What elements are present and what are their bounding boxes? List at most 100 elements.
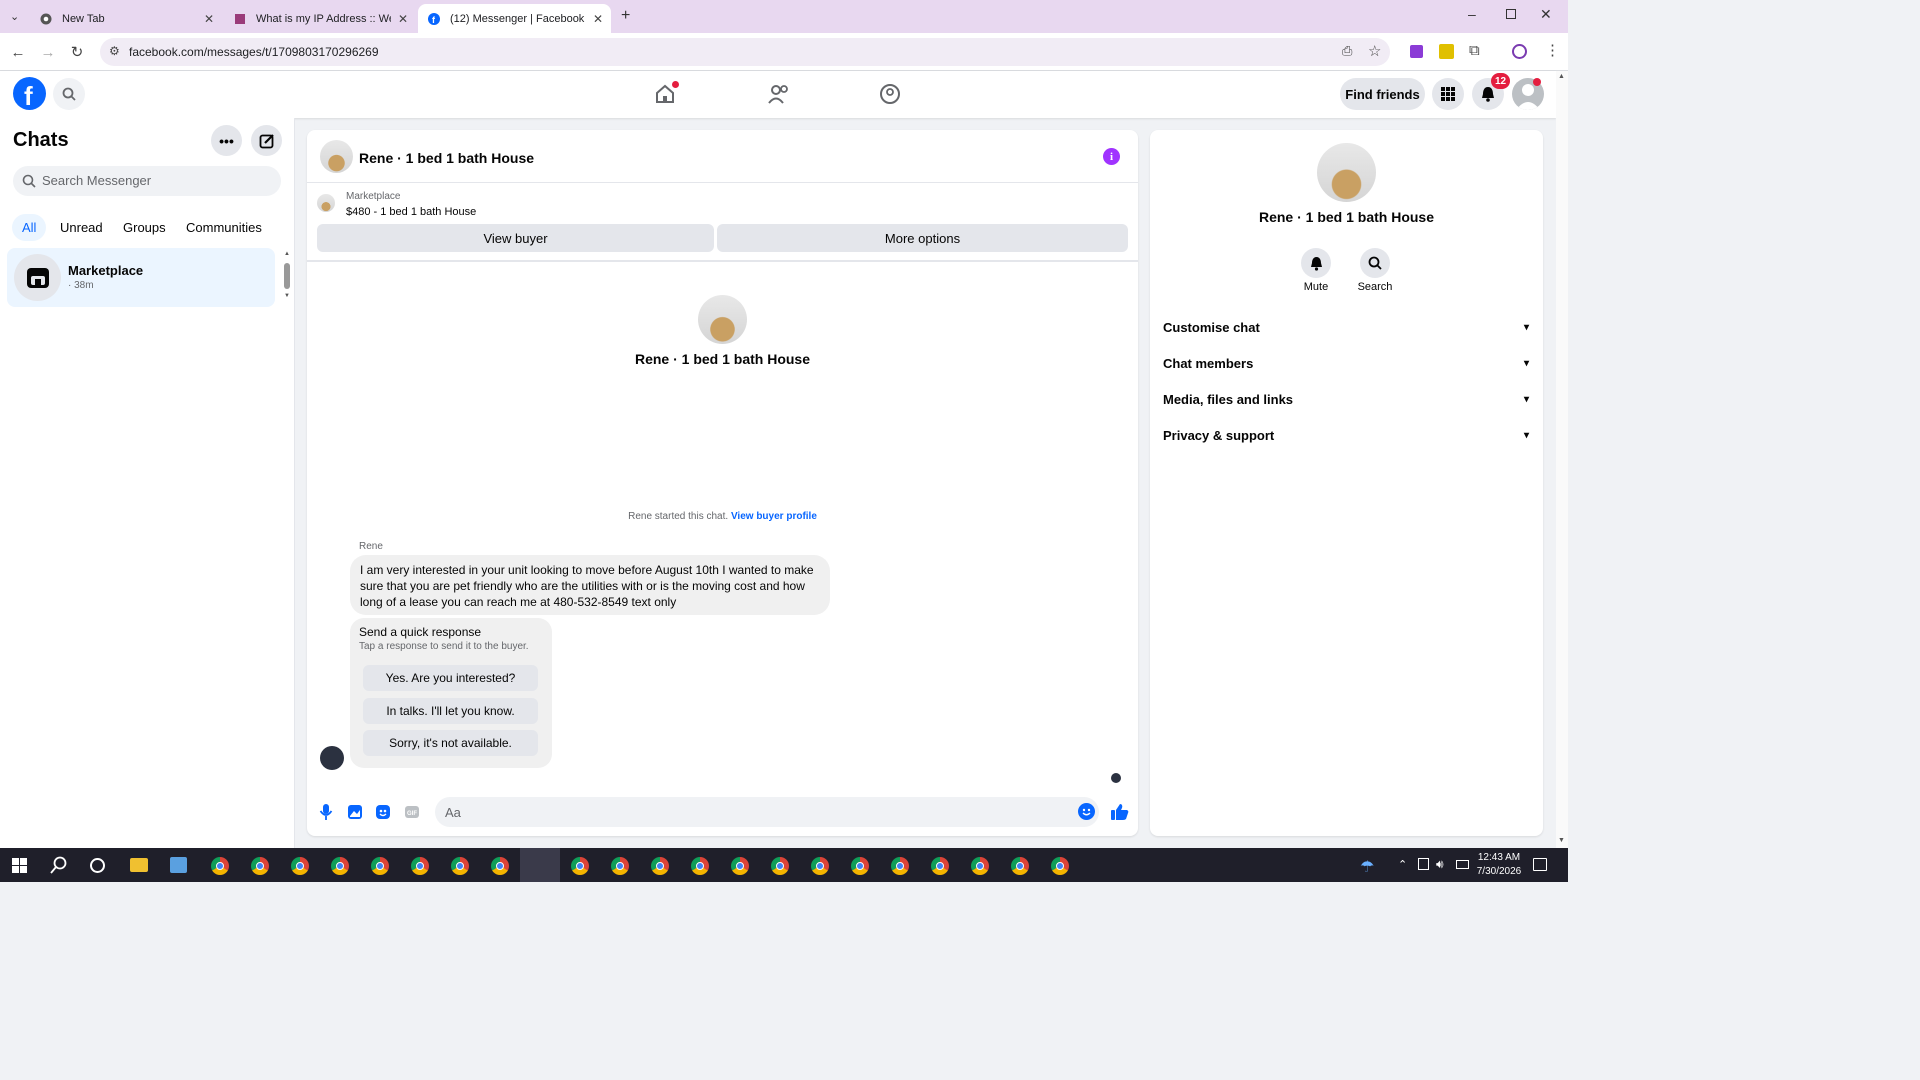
- photo-attach-icon[interactable]: [347, 804, 363, 823]
- chrome-taskbar-icon[interactable]: [771, 857, 789, 875]
- chat-list-scrollbar[interactable]: ▲ ▼: [284, 251, 290, 299]
- chrome-taskbar-icon[interactable]: [891, 857, 909, 875]
- scroll-down-icon[interactable]: ▼: [1558, 837, 1565, 844]
- close-tab-icon[interactable]: ✕: [204, 12, 214, 26]
- chrome-taskbar-icon[interactable]: [1011, 857, 1029, 875]
- chrome-taskbar-icon[interactable]: [931, 857, 949, 875]
- taskbar-search-icon[interactable]: [50, 856, 68, 877]
- volume-icon[interactable]: 🔊︎: [1436, 857, 1444, 872]
- groups-icon[interactable]: [879, 83, 901, 108]
- tray-device-icon[interactable]: [1418, 858, 1429, 870]
- extension-yellow-icon[interactable]: [1439, 44, 1454, 59]
- chrome-taskbar-icon[interactable]: [331, 857, 349, 875]
- file-explorer-icon[interactable]: [130, 858, 148, 872]
- app-icon[interactable]: [170, 857, 187, 873]
- weather-icon[interactable]: ☂: [1360, 857, 1374, 877]
- url-text[interactable]: facebook.com/messages/t/1709803170296269: [129, 45, 379, 59]
- chrome-taskbar-icon[interactable]: [411, 857, 429, 875]
- clock-date[interactable]: 7/30/2026: [1472, 866, 1526, 877]
- scroll-down-icon[interactable]: ▼: [284, 293, 290, 299]
- clock-time[interactable]: 12:43 AM: [1472, 852, 1526, 863]
- scroll-up-icon[interactable]: ▲: [1558, 73, 1565, 80]
- task-view-icon[interactable]: [90, 858, 105, 873]
- details-avatar[interactable]: [1317, 143, 1376, 202]
- find-friends-button[interactable]: Find friends: [1340, 78, 1425, 110]
- facebook-logo-icon[interactable]: f: [13, 77, 46, 111]
- notification-center-icon[interactable]: [1533, 858, 1547, 871]
- quick-response-in-talks[interactable]: In talks. I'll let you know.: [363, 698, 538, 724]
- minimize-icon[interactable]: –: [1468, 6, 1476, 22]
- gif-icon[interactable]: GIF: [404, 804, 420, 823]
- chrome-taskbar-icon[interactable]: [851, 857, 869, 875]
- browser-menu-icon[interactable]: ⋮: [1545, 41, 1560, 59]
- search-messenger-field[interactable]: Search Messenger: [13, 166, 281, 196]
- chrome-taskbar-icon[interactable]: [491, 857, 509, 875]
- chrome-taskbar-icon[interactable]: [731, 857, 749, 875]
- mute-bell-icon[interactable]: [1301, 248, 1331, 278]
- conversation-title[interactable]: Rene · 1 bed 1 bath House: [359, 150, 534, 166]
- bookmark-star-icon[interactable]: ☆: [1368, 42, 1381, 60]
- search-icon[interactable]: [53, 78, 85, 110]
- chrome-taskbar-icon[interactable]: [691, 857, 709, 875]
- filter-all[interactable]: All: [12, 214, 47, 241]
- thumbs-up-icon[interactable]: [1110, 802, 1130, 825]
- microphone-icon[interactable]: [319, 803, 333, 824]
- chrome-taskbar-icon[interactable]: [611, 857, 629, 875]
- chrome-taskbar-icon[interactable]: [811, 857, 829, 875]
- reload-icon[interactable]: ↻: [67, 42, 87, 62]
- filter-communities[interactable]: Communities: [186, 220, 262, 235]
- chrome-taskbar-icon[interactable]: [251, 857, 269, 875]
- new-message-icon[interactable]: [251, 125, 282, 156]
- scroll-up-icon[interactable]: ▲: [284, 251, 290, 257]
- emoji-icon[interactable]: [1078, 803, 1095, 820]
- home-icon[interactable]: [654, 81, 679, 108]
- filter-groups[interactable]: Groups: [123, 220, 166, 235]
- message-input[interactable]: Aa: [435, 797, 1099, 827]
- quick-response-not-available[interactable]: Sorry, it's not available.: [363, 730, 538, 756]
- friends-icon[interactable]: [767, 83, 791, 108]
- page-scrollbar[interactable]: ▲ ▼: [1556, 71, 1568, 848]
- more-options-icon[interactable]: •••: [211, 125, 242, 156]
- sender-avatar[interactable]: [320, 746, 344, 770]
- chrome-taskbar-icon[interactable]: [211, 857, 229, 875]
- search-icon[interactable]: [1360, 248, 1390, 278]
- network-icon[interactable]: [1456, 860, 1469, 869]
- address-bar[interactable]: ⚙ facebook.com/messages/t/17098031702962…: [100, 38, 1390, 66]
- restore-icon[interactable]: [1506, 9, 1516, 19]
- close-tab-icon[interactable]: ✕: [398, 12, 408, 26]
- customise-chat-section[interactable]: Customise chat ▾: [1163, 309, 1529, 345]
- media-files-links-section[interactable]: Media, files and links ▾: [1163, 381, 1529, 417]
- chrome-taskbar-icon[interactable]: [1051, 857, 1069, 875]
- tray-chevron-up-icon[interactable]: ⌃: [1398, 858, 1407, 871]
- tab-new-tab[interactable]: New Tab ✕: [30, 4, 222, 33]
- chrome-taskbar-icon[interactable]: [571, 857, 589, 875]
- chrome-taskbar-icon[interactable]: [291, 857, 309, 875]
- chrome-taskbar-icon[interactable]: [371, 857, 389, 875]
- tab-messenger[interactable]: f (12) Messenger | Facebook ✕: [418, 4, 611, 33]
- search-label[interactable]: Search: [1352, 281, 1398, 293]
- chat-members-section[interactable]: Chat members ▾: [1163, 345, 1529, 381]
- chat-list-item[interactable]: Marketplace · 38m: [7, 248, 275, 307]
- tab-ip-address[interactable]: What is my IP Address :: WebBr ✕: [224, 4, 416, 33]
- site-settings-icon[interactable]: ⚙: [109, 44, 120, 58]
- privacy-support-section[interactable]: Privacy & support ▾: [1163, 417, 1529, 453]
- quick-response-yes[interactable]: Yes. Are you interested?: [363, 665, 538, 691]
- extension-icon[interactable]: [1410, 45, 1423, 58]
- filter-unread[interactable]: Unread: [60, 220, 103, 235]
- profile-icon[interactable]: [1512, 44, 1527, 59]
- chrome-taskbar-icon[interactable]: [971, 857, 989, 875]
- menu-grid-icon[interactable]: [1432, 78, 1464, 110]
- extensions-puzzle-icon[interactable]: ⧉: [1469, 42, 1480, 59]
- install-app-icon[interactable]: ⎙: [1342, 43, 1352, 59]
- close-tab-icon[interactable]: ✕: [593, 12, 603, 26]
- tab-list-chevron-icon[interactable]: ⌄: [10, 10, 19, 23]
- info-icon[interactable]: i: [1103, 148, 1120, 165]
- new-tab-plus-icon[interactable]: +: [621, 7, 630, 25]
- sticker-icon[interactable]: [375, 804, 391, 823]
- chrome-taskbar-icon[interactable]: [451, 857, 469, 875]
- view-buyer-profile-link[interactable]: View buyer profile: [731, 511, 817, 522]
- view-buyer-button[interactable]: View buyer: [317, 224, 714, 252]
- forward-arrow-icon[interactable]: →: [38, 42, 58, 62]
- close-window-icon[interactable]: ✕: [1540, 6, 1552, 23]
- chrome-taskbar-icon[interactable]: [651, 857, 669, 875]
